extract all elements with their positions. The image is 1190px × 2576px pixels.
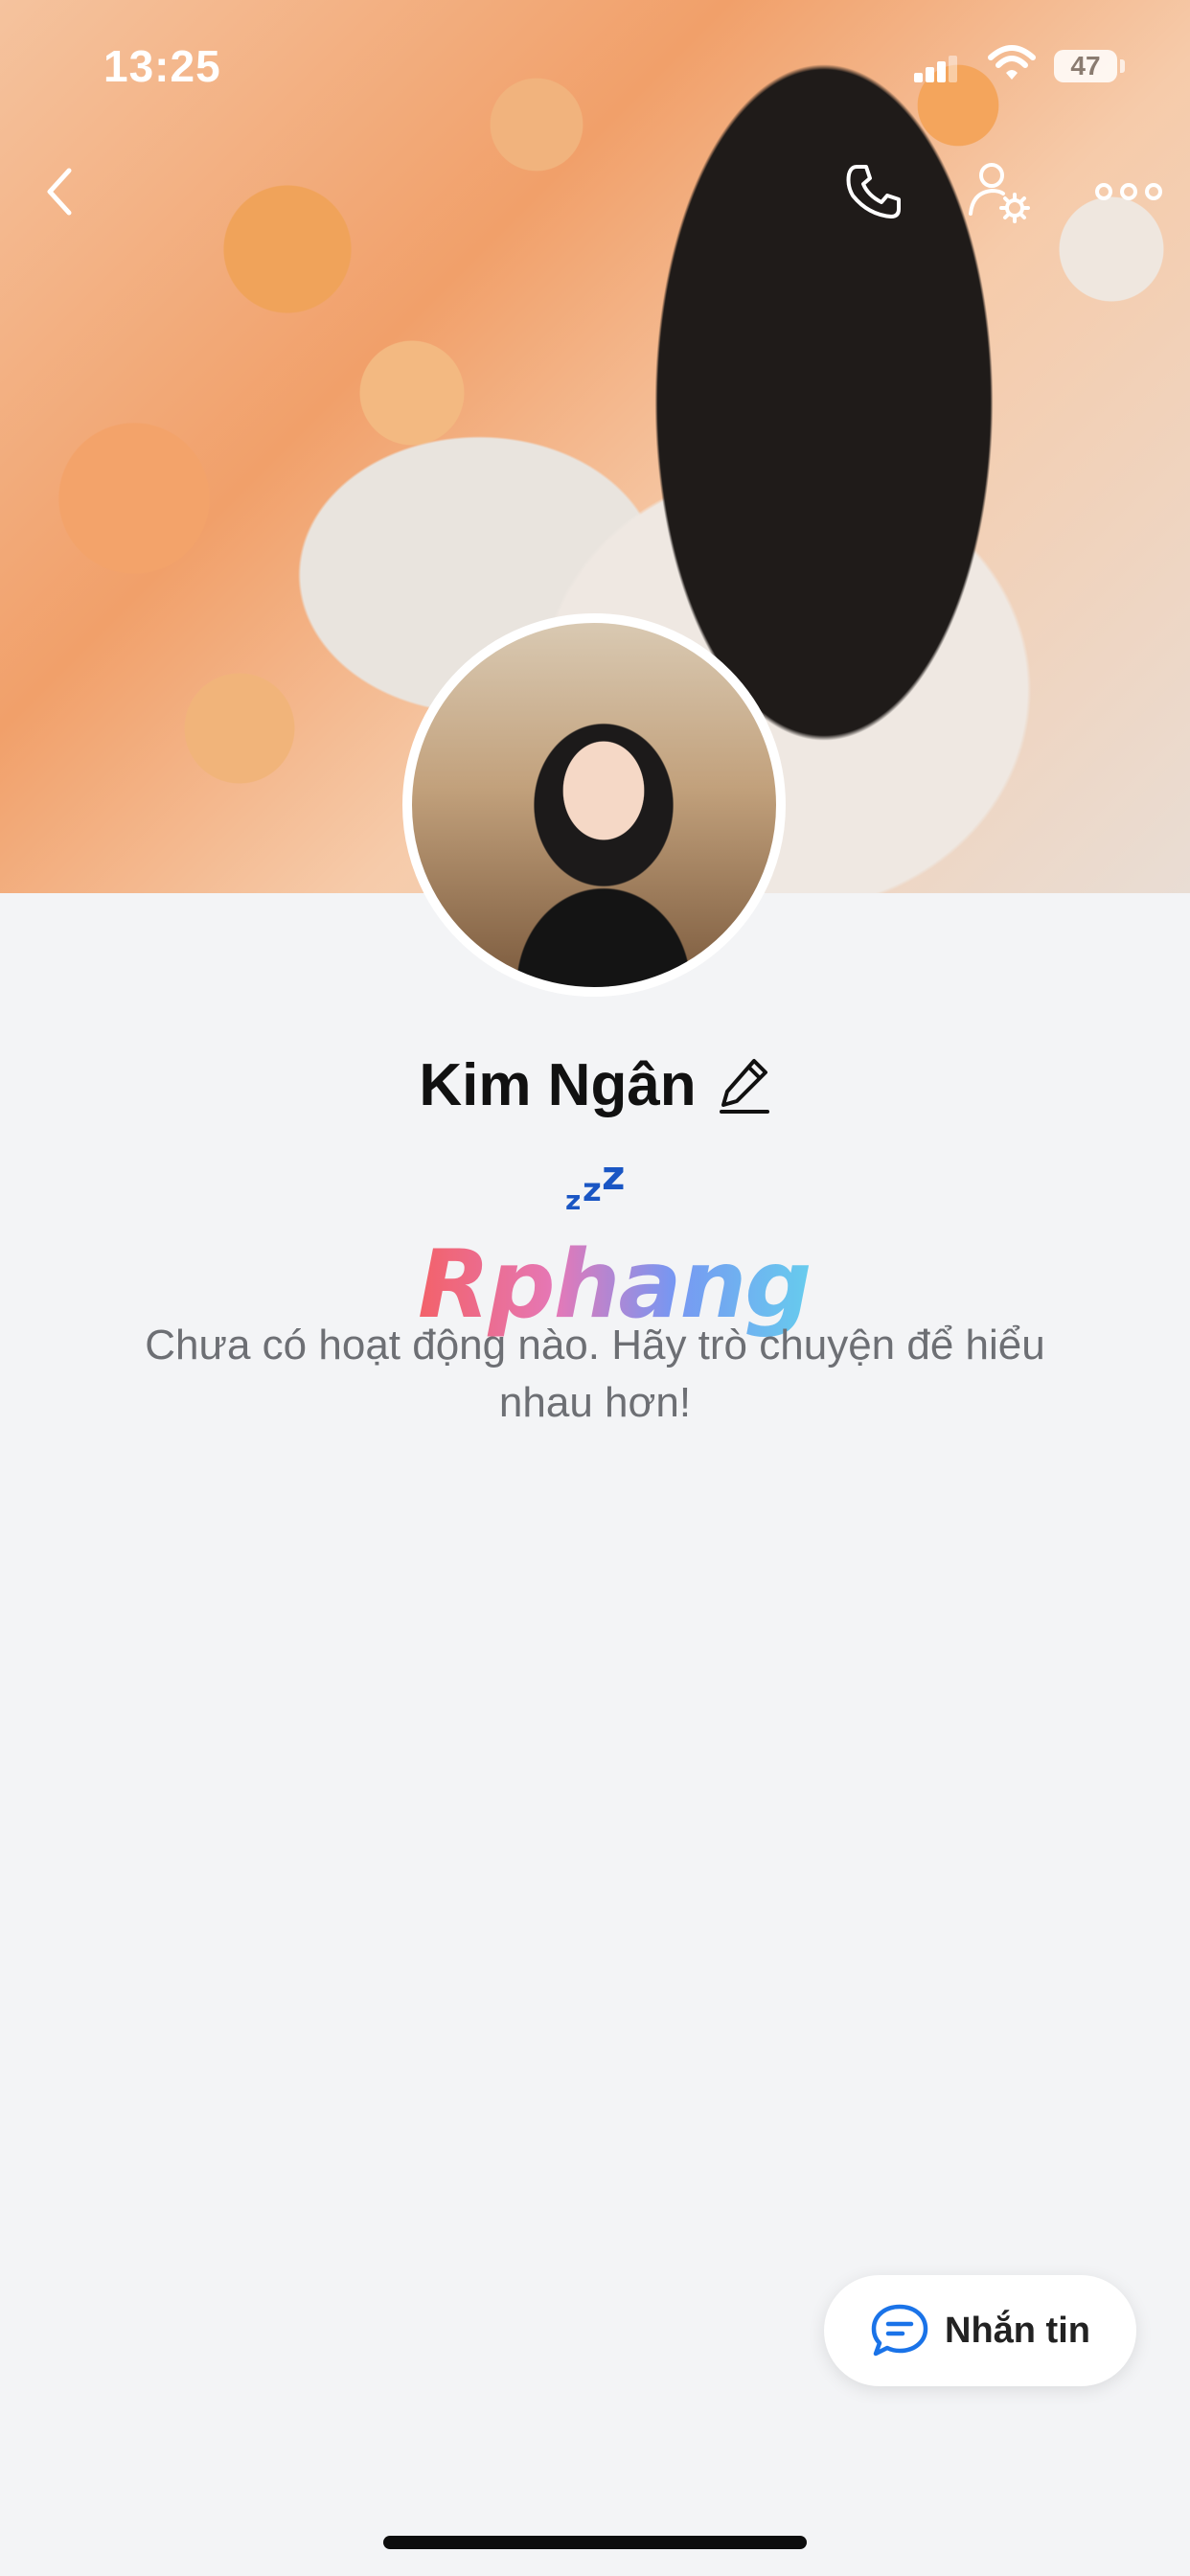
status-bar: 13:25 47 xyxy=(0,0,1190,134)
more-options-button[interactable] xyxy=(1088,153,1169,230)
chevron-left-icon xyxy=(47,168,72,216)
battery-icon: 47 xyxy=(1054,50,1117,82)
edit-name-button[interactable] xyxy=(718,1055,771,1115)
status-time: 13:25 xyxy=(103,41,221,91)
profile-name-row: Kim Ngân xyxy=(0,1046,1190,1123)
send-message-label: Nhắn tin xyxy=(945,2310,1090,2351)
chat-bubble-icon xyxy=(871,2304,928,2357)
wifi-icon xyxy=(988,45,1036,80)
profile-settings-button[interactable] xyxy=(962,153,1039,230)
profile-avatar[interactable] xyxy=(402,613,786,997)
pencil-icon xyxy=(719,1059,769,1114)
battery-tip xyxy=(1120,59,1125,73)
back-button[interactable] xyxy=(21,153,98,230)
profile-name: Kim Ngân xyxy=(419,1051,697,1118)
more-horizontal-icon xyxy=(1095,183,1162,200)
phone-icon xyxy=(846,165,901,218)
cellular-signal-icon xyxy=(914,56,958,82)
user-settings-icon xyxy=(969,163,1030,223)
empty-activity-message: Chưa có hoạt động nào. Hãy trò chuyện để… xyxy=(145,1322,1045,1426)
send-message-button[interactable]: Nhắn tin xyxy=(824,2275,1136,2386)
call-button[interactable] xyxy=(835,153,912,230)
home-indicator[interactable] xyxy=(383,2536,807,2549)
